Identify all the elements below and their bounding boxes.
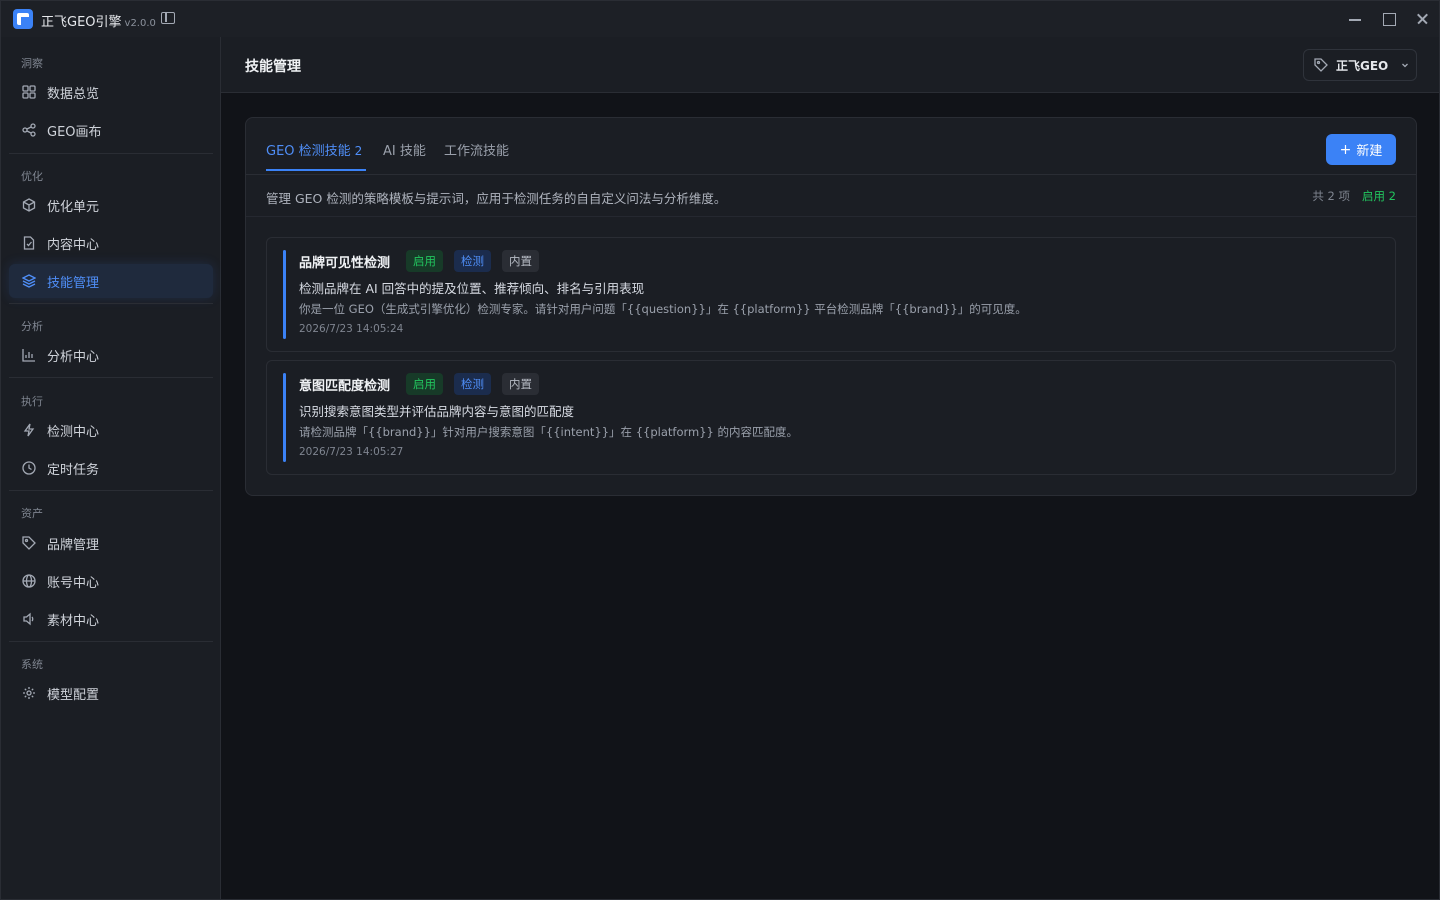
document-icon	[22, 236, 36, 250]
nav-divider	[9, 303, 213, 304]
nav-divider	[9, 153, 213, 154]
sidebar-item-label: 检测中心	[47, 424, 100, 440]
skill-timestamp: 2026/7/23 14:05:24	[299, 323, 404, 335]
close-button[interactable]	[1406, 1, 1439, 37]
enabled-count: 启用 2	[1362, 189, 1396, 203]
type-badge: 检测	[454, 250, 491, 272]
tab-label: GEO 检测技能	[266, 144, 351, 159]
plus-icon: +	[1339, 141, 1352, 158]
sidebar-item-label: 定时任务	[47, 462, 100, 478]
bar-chart-icon	[22, 348, 36, 362]
share-nodes-icon	[22, 123, 36, 137]
sidebar-toggle-icon[interactable]	[161, 12, 175, 24]
minimize-button[interactable]	[1339, 1, 1373, 37]
new-skill-button[interactable]: + 新建	[1326, 134, 1396, 165]
maximize-button[interactable]	[1373, 1, 1407, 37]
brand-selector[interactable]: 正飞GEO	[1303, 49, 1417, 81]
sidebar-item-label: 素材中心	[47, 613, 100, 629]
gear-icon	[22, 686, 36, 700]
sidebar-item-label: 账号中心	[47, 575, 100, 591]
clock-icon	[22, 461, 36, 475]
new-skill-button-label: 新建	[1356, 144, 1383, 159]
app-window: 正飞GEO引擎 v2.0.0 洞察 数据总览 GEO画布 优化 优化单元 内容中心	[0, 0, 1440, 900]
sidebar-item-content-center[interactable]: 内容中心	[9, 226, 213, 260]
tag-icon	[22, 536, 36, 550]
sidebar-item-label: 内容中心	[47, 237, 100, 253]
sidebar-item-account-center[interactable]: 账号中心	[9, 564, 213, 598]
sidebar-item-detection-center[interactable]: 检测中心	[9, 413, 213, 447]
app-logo-icon	[13, 9, 33, 29]
sidebar: 洞察 数据总览 GEO画布 优化 优化单元 内容中心 技能管理 分析 分析中心	[1, 37, 221, 899]
total-count: 共 2 项	[1312, 189, 1350, 203]
sidebar-item-skill-management[interactable]: 技能管理	[9, 264, 213, 298]
app-title-text: 正飞GEO引擎	[41, 15, 122, 30]
sidebar-item-geo-canvas[interactable]: GEO画布	[9, 113, 213, 147]
speaker-icon	[22, 612, 36, 626]
lightning-icon	[22, 423, 36, 437]
sidebar-item-label: 技能管理	[47, 275, 100, 291]
sidebar-item-label: 数据总览	[47, 86, 100, 102]
skill-card[interactable]: 意图匹配度检测 启用 检测 内置 识别搜索意图类型并评估品牌内容与意图的匹配度 …	[266, 360, 1396, 475]
layers-icon	[22, 274, 36, 288]
skill-prompt: 你是一位 GEO（生成式引擎优化）检测专家。请针对用户问题「{{question…	[299, 302, 1027, 316]
active-tab-indicator	[266, 169, 366, 171]
sidebar-item-label: 模型配置	[47, 687, 100, 703]
sidebar-item-analysis-center[interactable]: 分析中心	[9, 338, 213, 372]
tab-count: 2	[354, 144, 363, 158]
tab-geo-detection-skills[interactable]: GEO 检测技能 2	[266, 140, 362, 159]
nav-group-title: 洞察	[21, 57, 43, 70]
builtin-badge: 内置	[502, 373, 539, 395]
title-bar: 正飞GEO引擎 v2.0.0	[1, 1, 1439, 37]
skill-name: 品牌可见性检测	[299, 256, 391, 271]
sidebar-item-optimization-unit[interactable]: 优化单元	[9, 188, 213, 222]
builtin-badge: 内置	[502, 250, 539, 272]
nav-group-title: 执行	[21, 395, 43, 408]
nav-divider	[9, 377, 213, 378]
nav-group-title: 系统	[21, 658, 43, 671]
sidebar-item-scheduled-tasks[interactable]: 定时任务	[9, 451, 213, 485]
skill-timestamp: 2026/7/23 14:05:27	[299, 446, 404, 458]
sidebar-item-label: 品牌管理	[47, 537, 100, 553]
globe-icon	[22, 574, 36, 588]
card-accent-bar	[283, 373, 286, 462]
tag-icon	[1314, 58, 1328, 72]
sidebar-item-label: 优化单元	[47, 199, 100, 215]
skill-card[interactable]: 品牌可见性检测 启用 检测 内置 检测品牌在 AI 回答中的提及位置、推荐倾向、…	[266, 237, 1396, 352]
sidebar-item-label: GEO画布	[47, 124, 102, 140]
panel-description: 管理 GEO 检测的策略模板与提示词，应用于检测任务的自自定义问法与分析维度。	[266, 191, 727, 206]
skill-description: 检测品牌在 AI 回答中的提及位置、推荐倾向、排名与引用表现	[299, 281, 645, 296]
app-title: 正飞GEO引擎 v2.0.0	[41, 11, 156, 30]
skill-prompt: 请检测品牌「{{brand}}」针对用户搜索意图「{{intent}}」在 {{…	[299, 425, 799, 439]
type-badge: 检测	[454, 373, 491, 395]
sidebar-item-data-overview[interactable]: 数据总览	[9, 75, 213, 109]
sidebar-item-brand-management[interactable]: 品牌管理	[9, 526, 213, 560]
nav-divider	[9, 641, 213, 642]
chevron-down-icon	[1400, 59, 1410, 69]
page-title: 技能管理	[245, 59, 301, 75]
divider	[246, 216, 1416, 217]
sidebar-item-label: 分析中心	[47, 349, 100, 365]
grid-icon	[22, 85, 36, 99]
cube-icon	[22, 198, 36, 212]
nav-group-title: 优化	[21, 170, 43, 183]
status-badge: 启用	[406, 250, 443, 272]
skill-description: 识别搜索意图类型并评估品牌内容与意图的匹配度	[299, 404, 575, 419]
sidebar-item-material-center[interactable]: 素材中心	[9, 602, 213, 636]
nav-group-title: 分析	[21, 320, 43, 333]
tab-workflow-skills[interactable]: 工作流技能	[444, 140, 509, 159]
card-accent-bar	[283, 250, 286, 339]
nav-group-title: 资产	[21, 507, 43, 520]
nav-divider	[9, 490, 213, 491]
tab-ai-skills[interactable]: AI 技能	[383, 140, 426, 159]
main-content: 技能管理 正飞GEO GEO 检测技能 2 AI 技能 工作流技能 + 新建 管理 …	[221, 37, 1439, 899]
status-badge: 启用	[406, 373, 443, 395]
sidebar-item-model-config[interactable]: 模型配置	[9, 676, 213, 710]
brand-selector-value: 正飞GEO	[1336, 59, 1389, 73]
skills-panel: GEO 检测技能 2 AI 技能 工作流技能 + 新建 管理 GEO 检测的策略模板…	[245, 117, 1417, 496]
skill-name: 意图匹配度检测	[299, 379, 391, 394]
top-bar: 技能管理 正飞GEO	[221, 37, 1439, 93]
app-version: v2.0.0	[124, 18, 156, 29]
divider	[246, 174, 1416, 175]
